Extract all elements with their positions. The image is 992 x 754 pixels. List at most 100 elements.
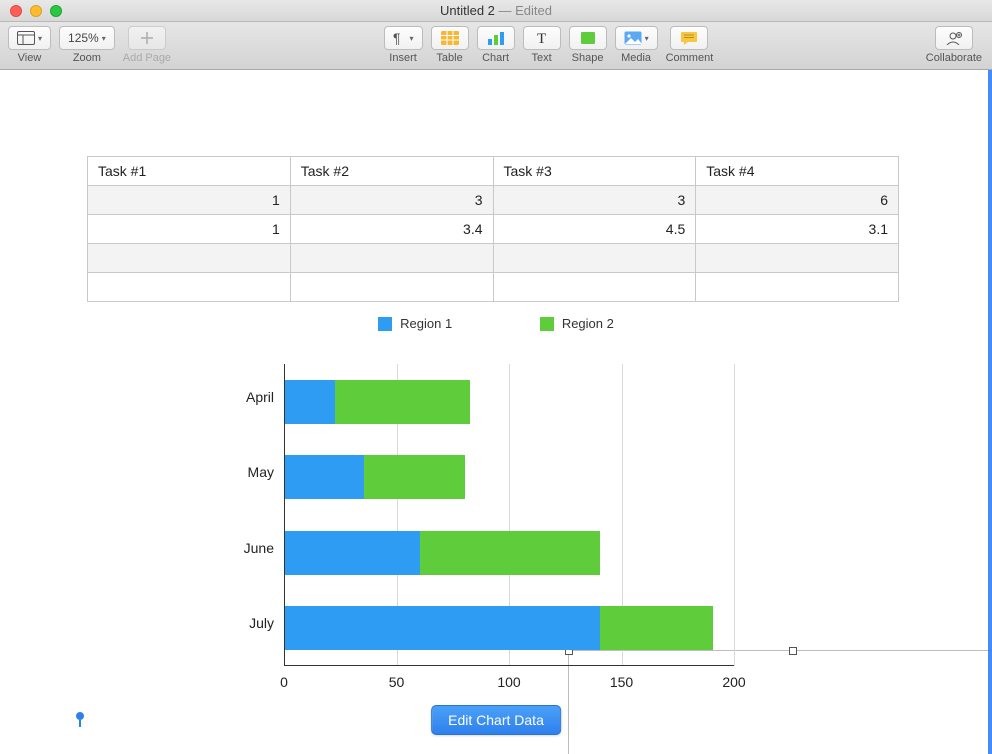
table-cell[interactable] <box>696 244 899 273</box>
table-label: Table <box>436 52 462 64</box>
legend-label: Region 1 <box>400 316 452 331</box>
zoom-level: 125% <box>68 31 99 45</box>
legend-item-region2[interactable]: Region 2 <box>540 316 614 331</box>
window-titlebar: Untitled 2 — Edited <box>0 0 992 22</box>
document-name: Untitled 2 <box>440 3 495 18</box>
chart-gridline <box>734 364 735 666</box>
table-cell[interactable] <box>290 244 493 273</box>
document-edited-sep: — <box>495 3 515 18</box>
insertion-cursor-icon <box>76 712 84 720</box>
chart-x-tick-label: 0 <box>264 674 304 690</box>
chart-bar-segment[interactable] <box>285 455 364 499</box>
zoom-button[interactable]: 125%▾ <box>59 26 115 50</box>
table-cell[interactable] <box>696 273 899 302</box>
traffic-lights <box>0 5 62 17</box>
table-row[interactable]: 1 3 3 6 <box>88 186 899 215</box>
chart-button[interactable] <box>477 26 515 50</box>
chart-category-label: June <box>214 540 274 556</box>
table-cell[interactable] <box>493 244 696 273</box>
comment-button[interactable] <box>670 26 708 50</box>
view-label: View <box>18 52 42 64</box>
table-cell[interactable]: 1 <box>88 186 291 215</box>
comment-label: Comment <box>666 52 714 64</box>
toolbar: ▾ View 125%▾ Zoom Add Page ¶ ▾ Insert Ta… <box>0 22 992 70</box>
chevron-down-icon: ▾ <box>410 34 414 43</box>
chart-bar-segment[interactable] <box>335 380 470 424</box>
chart-category-label: July <box>214 615 274 631</box>
window-title: Untitled 2 — Edited <box>0 3 992 18</box>
shape-icon <box>580 31 596 45</box>
text-label: Text <box>531 52 551 64</box>
chart-category-label: May <box>214 464 274 480</box>
zoom-window-icon[interactable] <box>50 5 62 17</box>
table-header[interactable]: Task #3 <box>493 157 696 186</box>
chart-plot-area <box>284 364 734 666</box>
svg-text:T: T <box>537 31 546 45</box>
chart-bar-segment[interactable] <box>600 606 713 650</box>
table-cell[interactable]: 3 <box>493 186 696 215</box>
legend-label: Region 2 <box>562 316 614 331</box>
comment-icon <box>680 31 698 45</box>
minimize-window-icon[interactable] <box>30 5 42 17</box>
legend-swatch-green <box>540 317 554 331</box>
view-button[interactable]: ▾ <box>8 26 51 50</box>
document-canvas[interactable]: Task #1 Task #2 Task #3 Task #4 1 3 3 6 … <box>0 70 992 754</box>
table-cell[interactable] <box>88 273 291 302</box>
table-row[interactable] <box>88 244 899 273</box>
table-cell[interactable]: 3.1 <box>696 215 899 244</box>
table-cell[interactable] <box>493 273 696 302</box>
shape-button[interactable] <box>569 26 607 50</box>
chart-bar-segment[interactable] <box>420 531 600 575</box>
table-header-row[interactable]: Task #1 Task #2 Task #3 Task #4 <box>88 157 899 186</box>
data-table[interactable]: Task #1 Task #2 Task #3 Task #4 1 3 3 6 … <box>87 156 899 302</box>
media-button[interactable]: ▾ <box>615 26 658 50</box>
collaborate-button[interactable] <box>935 26 973 50</box>
table-button[interactable] <box>431 26 469 50</box>
table-cell[interactable]: 3.4 <box>290 215 493 244</box>
table-row[interactable]: 1 3.4 4.5 3.1 <box>88 215 899 244</box>
chart-bar-segment[interactable] <box>285 606 600 650</box>
table-header[interactable]: Task #4 <box>696 157 899 186</box>
text-button[interactable]: T <box>523 26 561 50</box>
chevron-down-icon: ▾ <box>645 34 649 43</box>
bar-chart-icon <box>487 31 505 45</box>
table-cell[interactable] <box>88 244 291 273</box>
chart-object[interactable]: 050100150200AprilMayJuneJuly <box>284 360 734 700</box>
table-cell[interactable]: 3 <box>290 186 493 215</box>
chart-bar-segment[interactable] <box>285 531 420 575</box>
insert-button[interactable]: ¶ ▾ <box>384 26 423 50</box>
chevron-down-icon: ▾ <box>102 34 106 43</box>
chart-x-tick-label: 150 <box>602 674 642 690</box>
add-page-label: Add Page <box>123 52 171 64</box>
table-cell[interactable]: 1 <box>88 215 291 244</box>
resize-handle-n[interactable] <box>789 647 797 655</box>
chart-x-axis <box>284 665 734 666</box>
view-icon <box>17 31 35 45</box>
chart-x-tick-label: 200 <box>714 674 754 690</box>
media-icon <box>624 31 642 45</box>
scrollbar-vertical[interactable] <box>988 70 992 754</box>
chart-bar-segment[interactable] <box>364 455 465 499</box>
table-row[interactable] <box>88 273 899 302</box>
chart-label: Chart <box>482 52 509 64</box>
close-window-icon[interactable] <box>10 5 22 17</box>
table-cell[interactable]: 4.5 <box>493 215 696 244</box>
collaborate-label: Collaborate <box>926 52 982 64</box>
plus-icon <box>140 31 154 45</box>
table-icon <box>441 31 459 45</box>
table-cell[interactable] <box>290 273 493 302</box>
table-header[interactable]: Task #1 <box>88 157 291 186</box>
chart-category-label: April <box>214 389 274 405</box>
legend-item-region1[interactable]: Region 1 <box>378 316 452 331</box>
table-cell[interactable]: 6 <box>696 186 899 215</box>
collaborate-icon <box>945 31 963 45</box>
edit-chart-data-button[interactable]: Edit Chart Data <box>431 705 561 735</box>
table-header[interactable]: Task #2 <box>290 157 493 186</box>
add-page-button <box>128 26 166 50</box>
chevron-down-icon: ▾ <box>38 34 42 43</box>
chart-bar-segment[interactable] <box>285 380 335 424</box>
insert-label: Insert <box>389 52 417 64</box>
zoom-label: Zoom <box>73 52 101 64</box>
pilcrow-icon: ¶ <box>393 31 407 45</box>
legend-swatch-blue <box>378 317 392 331</box>
